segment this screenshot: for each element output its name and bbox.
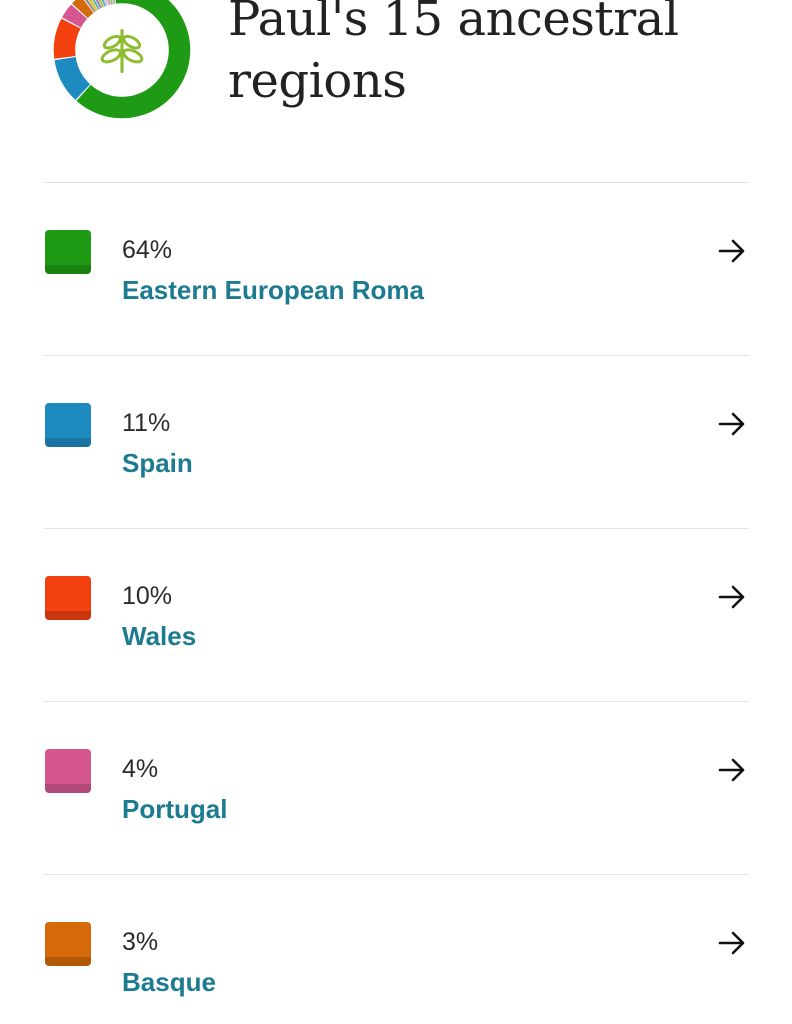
arrow-right-icon[interactable] — [717, 238, 747, 264]
region-row-basque[interactable]: 3% Basque — [44, 874, 749, 1024]
ethnicity-donut-chart — [53, 0, 191, 119]
region-row-eastern-european-roma[interactable]: 64% Eastern European Roma — [44, 182, 749, 355]
page-title: Paul's 15 ancestral regions — [228, 0, 679, 109]
region-color-swatch — [45, 230, 91, 274]
region-percent: 3% — [122, 928, 159, 956]
region-percent: 10% — [122, 582, 173, 610]
region-percent: 4% — [122, 755, 159, 783]
region-color-swatch — [45, 403, 91, 447]
ancestral-regions-list: 64% Eastern European Roma 11% Spain 10% … — [44, 182, 749, 1024]
arrow-right-icon[interactable] — [717, 757, 747, 783]
region-name-link[interactable]: Spain — [122, 448, 193, 478]
region-percent: 64% — [122, 236, 173, 264]
region-name-link[interactable]: Eastern European Roma — [122, 275, 424, 305]
region-row-wales[interactable]: 10% Wales — [44, 528, 749, 701]
donut-slice-eastern-european-roma — [76, 0, 191, 119]
region-name-link[interactable]: Basque — [122, 967, 216, 997]
arrow-right-icon[interactable] — [717, 411, 747, 437]
page-header: Paul's 15 ancestral regions — [0, 0, 792, 140]
arrow-right-icon[interactable] — [717, 584, 747, 610]
region-name-link[interactable]: Portugal — [122, 794, 227, 824]
ancestry-leaf-icon — [100, 28, 144, 74]
arrow-right-icon[interactable] — [717, 930, 747, 956]
region-color-swatch — [45, 922, 91, 966]
region-percent: 11% — [122, 409, 171, 437]
region-color-swatch — [45, 749, 91, 793]
region-name-link[interactable]: Wales — [122, 621, 196, 651]
region-color-swatch — [45, 576, 91, 620]
region-row-portugal[interactable]: 4% Portugal — [44, 701, 749, 874]
region-row-spain[interactable]: 11% Spain — [44, 355, 749, 528]
